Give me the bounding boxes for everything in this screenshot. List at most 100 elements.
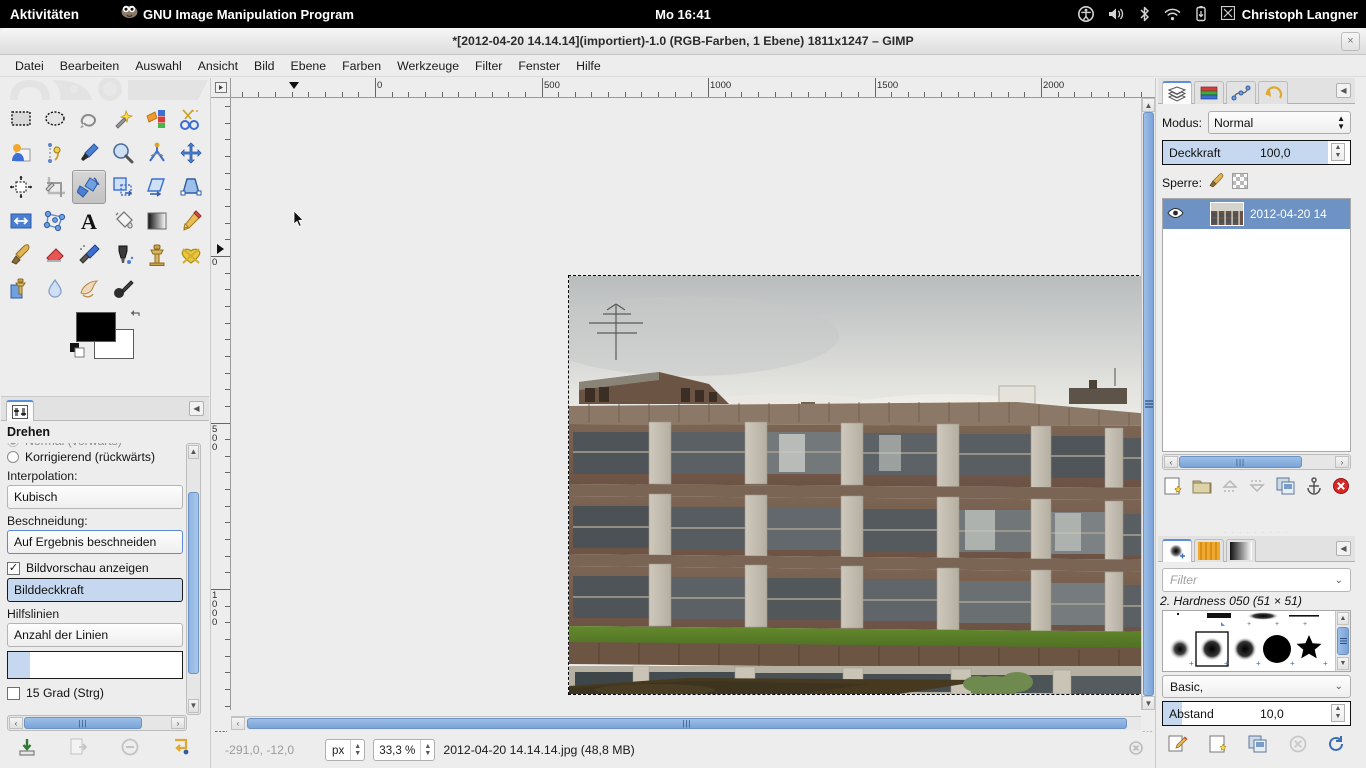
eraser-tool[interactable] — [38, 238, 72, 272]
scroll-up-icon[interactable]: ▲ — [1142, 98, 1155, 112]
layers-menu-icon[interactable]: ◀ — [1336, 83, 1351, 98]
opacity-spinner-icon[interactable]: ▲ ▼ — [1330, 142, 1345, 161]
brush-spacing-slider[interactable]: Abstand 10,0 ▲ ▼ — [1162, 701, 1351, 726]
lock-alpha-icon[interactable] — [1231, 173, 1248, 192]
scroll-up-icon[interactable]: ▲ — [1337, 612, 1349, 625]
channels-tab[interactable] — [1194, 81, 1224, 104]
layer-list[interactable]: 2012-04-20 14 — [1162, 198, 1351, 452]
chevron-down-icon[interactable]: ⌄ — [1335, 681, 1343, 692]
lock-pixels-icon[interactable] — [1208, 173, 1226, 192]
wifi-icon[interactable] — [1164, 8, 1181, 21]
bluetooth-icon[interactable] — [1139, 6, 1150, 22]
edit-brush-button[interactable] — [1168, 735, 1188, 756]
move-tool[interactable] — [174, 136, 208, 170]
scroll-right-icon[interactable]: › — [171, 717, 185, 729]
constraint-checkbox[interactable]: 15 Grad (Strg) — [7, 686, 191, 700]
free-select-tool[interactable] — [72, 102, 106, 136]
menu-fenster[interactable]: Fenster — [510, 57, 568, 75]
brush-grid[interactable]: + + + + + + + + ▲ ▼ — [1162, 610, 1351, 672]
blur-sharpen-tool[interactable] — [38, 272, 72, 306]
delete-layer-button[interactable] — [1332, 477, 1350, 498]
new-brush-button[interactable] — [1208, 735, 1228, 756]
menu-auswahl[interactable]: Auswahl — [127, 57, 189, 75]
volume-icon[interactable] — [1108, 7, 1125, 21]
brush-tag-select[interactable]: Basic, ⌄ — [1162, 675, 1351, 698]
tool-options-vscrollbar[interactable]: ▲ ▼ — [186, 443, 201, 715]
guides-count-slider[interactable] — [7, 651, 183, 679]
menu-hilfe[interactable]: Hilfe — [568, 57, 609, 75]
restore-options-button[interactable] — [68, 737, 88, 760]
anchor-layer-button[interactable] — [1305, 476, 1323, 498]
heal-tool[interactable] — [174, 238, 208, 272]
scroll-right-icon[interactable]: › — [1335, 456, 1349, 468]
rotate-tool[interactable] — [72, 170, 106, 204]
refresh-brushes-button[interactable] — [1327, 735, 1345, 756]
dodge-burn-tool[interactable] — [106, 272, 140, 306]
clock[interactable]: Mo 16:41 — [655, 7, 711, 22]
brushes-tab[interactable] — [1162, 539, 1192, 562]
menu-filter[interactable]: Filter — [467, 57, 510, 75]
scroll-thumb[interactable]: ||| — [1179, 456, 1302, 468]
scale-tool[interactable] — [106, 170, 140, 204]
brush-grid-scrollbar[interactable]: ▲ ▼ — [1335, 611, 1350, 671]
menu-werkzeuge[interactable]: Werkzeuge — [389, 57, 467, 75]
brushes-menu-icon[interactable]: ◀ — [1336, 541, 1351, 556]
ink-tool[interactable] — [106, 238, 140, 272]
gradients-tab[interactable] — [1226, 539, 1256, 562]
scroll-left-icon[interactable]: ‹ — [1164, 456, 1178, 468]
tool-options-hscrollbar[interactable]: ‹ ||| › — [7, 715, 187, 731]
airbrush-tool[interactable] — [72, 238, 106, 272]
unit-spinner-icon[interactable]: ▲ ▼ — [350, 740, 364, 760]
crop-tool[interactable] — [38, 170, 72, 204]
tool-options-menu-icon[interactable]: ◀ — [189, 401, 204, 416]
cancel-icon[interactable] — [1129, 741, 1143, 758]
direction-forward-radio[interactable]: Normal (vorwärts) — [7, 443, 191, 448]
select-by-color-tool[interactable] — [140, 102, 174, 136]
layer-visibility-icon[interactable] — [1167, 207, 1184, 222]
layers-tab[interactable] — [1162, 81, 1192, 104]
tool-options-tab[interactable] — [6, 400, 34, 421]
canvas-horizontal-scrollbar[interactable]: ‹ ||| — [231, 716, 1141, 730]
menu-farben[interactable]: Farben — [334, 57, 389, 75]
ruler-menu-button[interactable] — [211, 78, 231, 98]
layer-row[interactable]: 2012-04-20 14 — [1163, 199, 1350, 229]
image-layer-boundary[interactable] — [568, 275, 1141, 695]
paths-tab[interactable] — [1226, 81, 1256, 104]
canvas-vertical-scrollbar[interactable]: ▲ ▼ — [1141, 98, 1155, 710]
delete-brush-button[interactable] — [1289, 735, 1307, 756]
duplicate-layer-button[interactable] — [1276, 477, 1296, 498]
flip-tool[interactable] — [4, 204, 38, 238]
gradient-tool[interactable] — [140, 204, 174, 238]
reset-options-button[interactable] — [171, 737, 191, 760]
scissors-select-tool[interactable] — [174, 102, 208, 136]
clone-tool[interactable] — [140, 238, 174, 272]
paths-tool[interactable] — [38, 136, 72, 170]
pencil-tool[interactable] — [174, 204, 208, 238]
close-icon[interactable]: × — [1341, 32, 1360, 51]
measure-tool[interactable] — [140, 136, 174, 170]
swap-colors-icon[interactable] — [128, 307, 144, 326]
menu-ebene[interactable]: Ebene — [283, 57, 335, 75]
menu-bild[interactable]: Bild — [246, 57, 283, 75]
user-menu[interactable]: Christoph Langner — [1220, 5, 1358, 23]
scroll-thumb[interactable] — [1143, 112, 1154, 696]
text-tool[interactable]: A — [72, 204, 106, 238]
zoom-selector[interactable]: 33,3 % ▲ ▼ — [373, 739, 436, 761]
activities-button[interactable]: Aktivitäten — [10, 7, 79, 22]
delete-options-button[interactable] — [120, 737, 140, 760]
perspective-clone-tool[interactable] — [4, 272, 38, 306]
rect-select-tool[interactable] — [4, 102, 38, 136]
menu-bearbeiten[interactable]: Bearbeiten — [52, 57, 127, 75]
mode-select[interactable]: Normal ▲ ▼ — [1207, 111, 1351, 134]
scroll-left-icon[interactable]: ‹ — [9, 717, 23, 729]
cage-transform-tool[interactable] — [38, 204, 72, 238]
new-layer-button[interactable] — [1163, 477, 1183, 498]
vertical-ruler[interactable]: 0 500 1000 — [211, 98, 231, 710]
scroll-up-icon[interactable]: ▲ — [188, 445, 199, 459]
interpolation-combo[interactable]: Kubisch — [7, 485, 183, 509]
raise-layer-button[interactable] — [1221, 477, 1239, 498]
scroll-thumb[interactable] — [1337, 627, 1349, 655]
scroll-left-icon[interactable]: ‹ — [231, 717, 245, 730]
fuzzy-select-tool[interactable] — [106, 102, 140, 136]
menu-ansicht[interactable]: Ansicht — [190, 57, 246, 75]
